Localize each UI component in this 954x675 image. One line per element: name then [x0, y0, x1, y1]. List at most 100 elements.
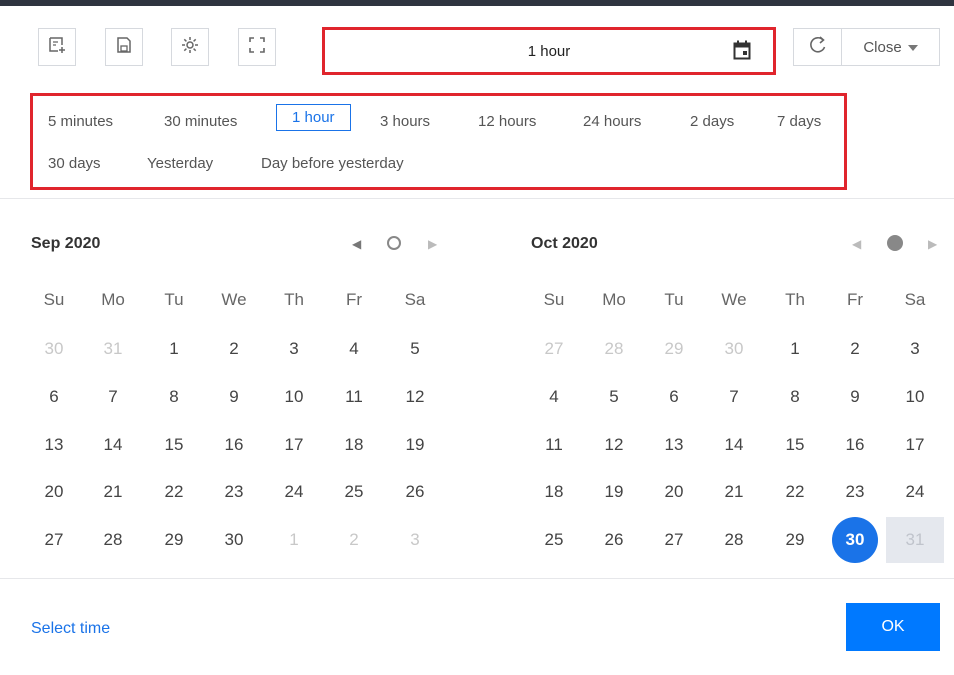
refresh-button[interactable]	[794, 29, 842, 65]
day-cell[interactable]: 1	[774, 331, 816, 367]
day-cell[interactable]: 22	[774, 474, 816, 510]
settings-button[interactable]	[171, 28, 209, 66]
day-cell[interactable]: 2	[834, 331, 876, 367]
today-icon[interactable]	[887, 235, 903, 251]
quick-range-30-minutes[interactable]: 30 minutes	[164, 113, 237, 130]
day-cell[interactable]: 24	[894, 474, 936, 510]
quick-range-5-minutes[interactable]: 5 minutes	[48, 113, 113, 130]
prev-month-icon[interactable]: ◀	[352, 237, 361, 251]
day-cell[interactable]: 14	[92, 427, 134, 463]
day-cell[interactable]: 10	[894, 379, 936, 415]
fullscreen-icon	[247, 35, 267, 60]
select-time-link[interactable]: Select time	[31, 620, 110, 638]
save-button[interactable]	[105, 28, 143, 66]
day-cell[interactable]: 28	[92, 522, 134, 558]
today-icon[interactable]	[387, 236, 401, 250]
day-cell[interactable]: 1	[273, 522, 315, 558]
day-cell[interactable]: 14	[713, 427, 755, 463]
day-cell[interactable]: 17	[894, 427, 936, 463]
day-cell[interactable]: 20	[33, 474, 75, 510]
quick-range-24-hours[interactable]: 24 hours	[583, 113, 641, 130]
day-cell[interactable]: 27	[653, 522, 695, 558]
weekday-label: Sa	[404, 290, 426, 309]
quick-range-30-days[interactable]: 30 days	[48, 155, 101, 172]
day-cell[interactable]: 15	[774, 427, 816, 463]
quick-range-2-days[interactable]: 2 days	[690, 113, 734, 130]
day-cell[interactable]: 18	[333, 427, 375, 463]
fullscreen-button[interactable]	[238, 28, 276, 66]
day-cell[interactable]: 19	[394, 427, 436, 463]
day-cell[interactable]: 29	[153, 522, 195, 558]
day-cell[interactable]: 1	[153, 331, 195, 367]
day-cell[interactable]: 25	[533, 522, 575, 558]
day-cell[interactable]: 31	[92, 331, 134, 367]
add-panel-button[interactable]	[38, 28, 76, 66]
day-cell[interactable]: 30	[213, 522, 255, 558]
day-cell[interactable]: 5	[394, 331, 436, 367]
day-cell[interactable]: 26	[593, 522, 635, 558]
day-cell[interactable]: 4	[333, 331, 375, 367]
quick-range-yesterday[interactable]: Yesterday	[147, 155, 213, 172]
day-cell[interactable]: 27	[33, 522, 75, 558]
quick-range-1-hour[interactable]: 1 hour	[276, 104, 351, 131]
next-month-icon[interactable]: ▶	[428, 237, 437, 251]
chevron-down-icon	[907, 45, 918, 51]
day-cell[interactable]: 7	[713, 379, 755, 415]
day-cell[interactable]: 11	[533, 427, 575, 463]
day-cell[interactable]: 29	[653, 331, 695, 367]
day-cell[interactable]: 13	[33, 427, 75, 463]
day-cell[interactable]: 31	[886, 517, 944, 563]
day-cell[interactable]: 3	[394, 522, 436, 558]
auto-refresh-select[interactable]: Close	[842, 29, 939, 65]
quick-range-7-days[interactable]: 7 days	[777, 113, 821, 130]
day-cell[interactable]: 3	[273, 331, 315, 367]
day-cell[interactable]: 16	[834, 427, 876, 463]
day-cell[interactable]: 9	[834, 379, 876, 415]
day-cell[interactable]: 12	[394, 379, 436, 415]
day-cell[interactable]: 28	[593, 331, 635, 367]
day-cell[interactable]: 20	[653, 474, 695, 510]
day-cell[interactable]: 25	[333, 474, 375, 510]
day-cell[interactable]: 2	[213, 331, 255, 367]
day-cell[interactable]: 4	[533, 379, 575, 415]
day-cell[interactable]: 16	[213, 427, 255, 463]
day-cell[interactable]: 27	[533, 331, 575, 367]
quick-range-day-before-yesterday[interactable]: Day before yesterday	[261, 155, 404, 172]
day-cell[interactable]: 5	[593, 379, 635, 415]
day-cell[interactable]: 29	[774, 522, 816, 558]
day-cell[interactable]: 23	[213, 474, 255, 510]
day-cell[interactable]: 6	[653, 379, 695, 415]
quick-range-12-hours[interactable]: 12 hours	[478, 113, 536, 130]
prev-month-icon[interactable]: ◀	[852, 237, 861, 251]
day-cell[interactable]: 9	[213, 379, 255, 415]
day-cell[interactable]: 30	[33, 331, 75, 367]
day-cell[interactable]: 30	[713, 331, 755, 367]
day-cell[interactable]: 26	[394, 474, 436, 510]
day-cell[interactable]: 19	[593, 474, 635, 510]
day-cell[interactable]: 7	[92, 379, 134, 415]
day-cell[interactable]: 12	[593, 427, 635, 463]
day-cell[interactable]: 8	[153, 379, 195, 415]
day-cell[interactable]: 15	[153, 427, 195, 463]
day-cell[interactable]: 24	[273, 474, 315, 510]
day-cell[interactable]: 6	[33, 379, 75, 415]
day-cell[interactable]: 23	[834, 474, 876, 510]
day-cell[interactable]: 17	[273, 427, 315, 463]
day-cell[interactable]: 28	[713, 522, 755, 558]
quick-range-3-hours[interactable]: 3 hours	[380, 113, 430, 130]
day-cell[interactable]: 11	[333, 379, 375, 415]
calendar-icon[interactable]	[733, 40, 751, 60]
day-cell[interactable]: 18	[533, 474, 575, 510]
ok-button[interactable]: OK	[846, 603, 940, 651]
day-cell[interactable]: 21	[92, 474, 134, 510]
day-cell[interactable]: 21	[713, 474, 755, 510]
next-month-icon[interactable]: ▶	[928, 237, 937, 251]
day-cell[interactable]: 3	[894, 331, 936, 367]
day-cell[interactable]: 22	[153, 474, 195, 510]
day-cell[interactable]: 8	[774, 379, 816, 415]
day-cell[interactable]: 10	[273, 379, 315, 415]
day-cell[interactable]: 13	[653, 427, 695, 463]
selected-day-cell[interactable]: 30	[832, 517, 878, 563]
time-range-input[interactable]: 1 hour	[322, 27, 776, 75]
day-cell[interactable]: 2	[333, 522, 375, 558]
